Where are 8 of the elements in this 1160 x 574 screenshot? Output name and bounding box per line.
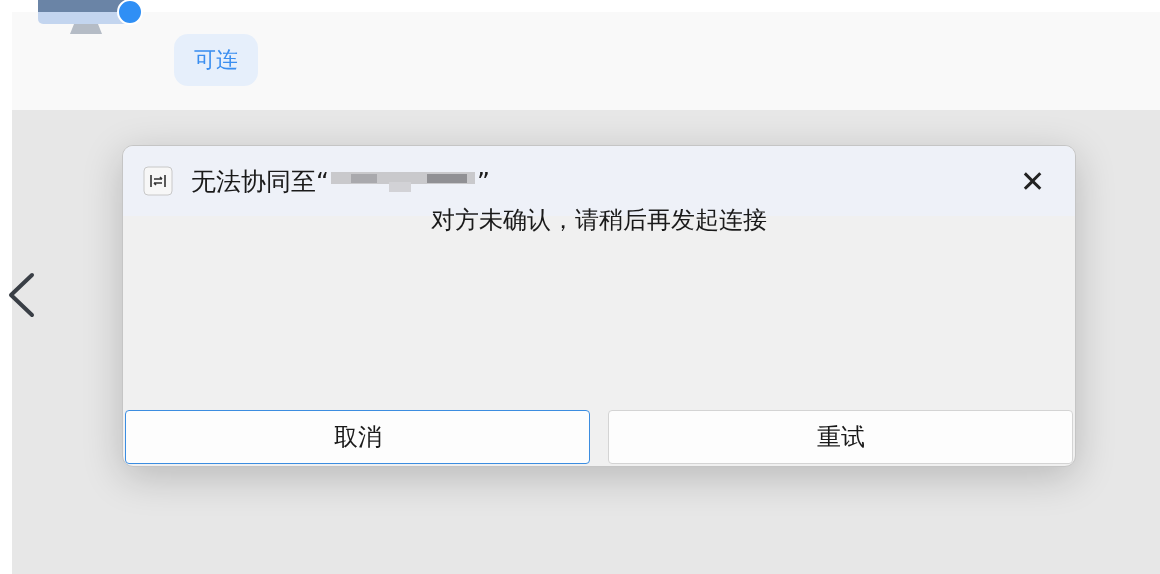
dialog-button[interactable]: 重试 [608, 410, 1073, 464]
dialog-title: 无法协同至“ [191, 165, 329, 198]
status-badge: 可连 [174, 34, 258, 86]
back-arrow-icon[interactable] [6, 272, 36, 318]
dialog-button[interactable]: 取消 [125, 410, 590, 464]
dialog-message: 对方未确认，请稍后再发起连接 [431, 205, 767, 236]
dialog-title-quote: ” [476, 166, 490, 196]
app-icon [143, 166, 173, 196]
